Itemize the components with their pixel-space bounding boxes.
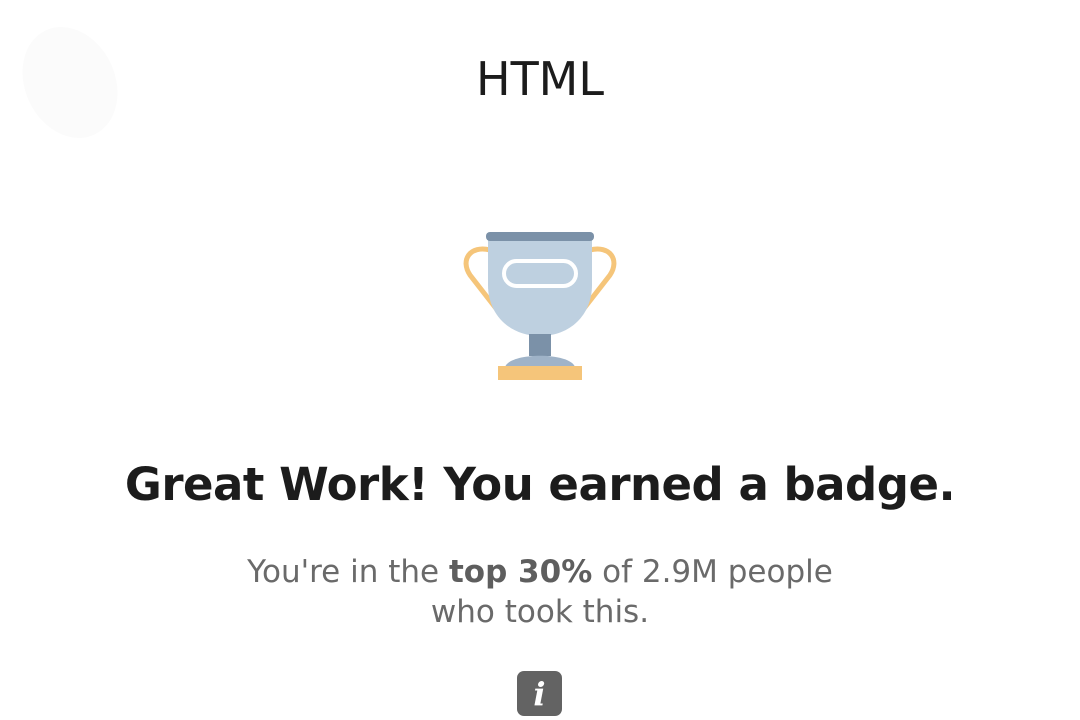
- percentile-highlight: top 30%: [448, 554, 593, 590]
- page-title: HTML: [475, 52, 604, 106]
- result-headline: Great Work! You earned a badge.: [124, 458, 956, 511]
- trophy-icon: [463, 232, 617, 380]
- info-button[interactable]: i: [517, 671, 562, 716]
- info-icon: i: [533, 674, 546, 713]
- summary-suffix: of 2.9M people: [592, 554, 833, 590]
- summary-line2: who took this.: [430, 594, 650, 630]
- summary-prefix: You're in the: [247, 554, 449, 590]
- result-summary: You're in the top 30% of 2.9M people who…: [0, 552, 1080, 632]
